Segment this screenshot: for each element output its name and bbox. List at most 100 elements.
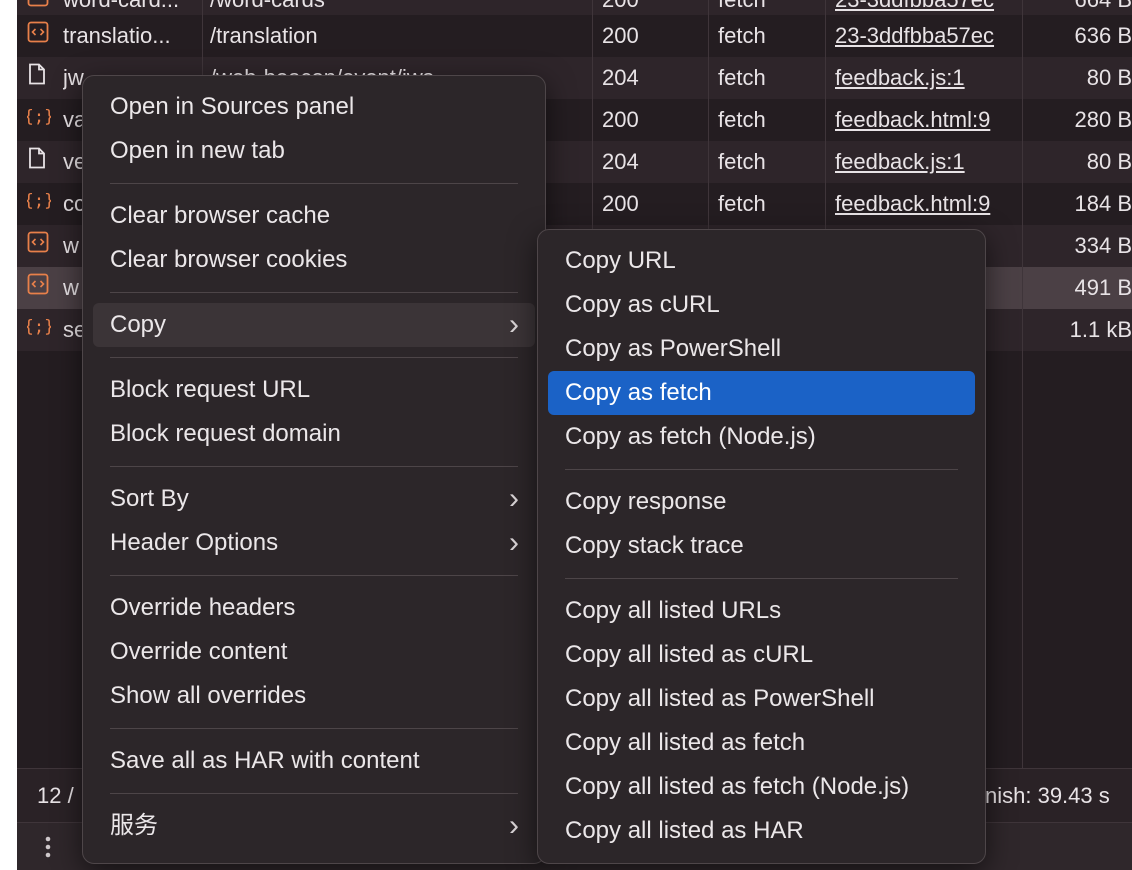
menu-separator: [110, 466, 518, 467]
fetch-icon: [27, 267, 53, 309]
menu-item-label: Copy all listed as HAR: [565, 817, 804, 844]
menu-item-label: Copy as cURL: [565, 291, 720, 318]
menu-item-label: Sort By: [110, 485, 189, 512]
request-type: fetch: [718, 65, 766, 90]
menu-item-copy-stack-trace[interactable]: Copy stack trace: [548, 524, 975, 568]
menu-item-label: Copy all listed as PowerShell: [565, 685, 875, 712]
table-row[interactable]: translatio... /translation 200 fetch 23-3ddf…: [17, 15, 1132, 57]
menu-separator: [110, 183, 518, 184]
menu-item-label: Block request URL: [110, 376, 311, 403]
menu-item-copy-as-powershell[interactable]: Copy as PowerShell: [548, 327, 975, 371]
menu-item-open-in-new-tab[interactable]: Open in new tab: [93, 129, 535, 173]
svg-text:{;}: {;}: [27, 191, 51, 211]
request-status: 204: [602, 65, 639, 90]
request-status: 200: [602, 191, 639, 216]
copy-submenu: Copy URL Copy as cURL Copy as PowerShell Co…: [537, 229, 986, 864]
menu-separator: [110, 357, 518, 358]
svg-text:{;}: {;}: [27, 317, 51, 337]
chevron-right-icon: ›: [509, 526, 519, 559]
request-name: translatio...: [63, 23, 171, 48]
menu-separator: [110, 793, 518, 794]
menu-item-copy-all-listed-as-curl[interactable]: Copy all listed as cURL: [548, 633, 975, 677]
menu-item-copy-as-fetch-node-js[interactable]: Copy as fetch (Node.js): [548, 415, 975, 459]
menu-item-copy-as-fetch[interactable]: Copy as fetch: [548, 371, 975, 415]
menu-item-label: 服务: [110, 812, 158, 839]
menu-item-header-options[interactable]: Header Options ›: [93, 521, 535, 565]
finish-time: nish: 39.43 s: [985, 783, 1110, 808]
more-options-icon[interactable]: [44, 835, 52, 859]
json-icon: {;}: [27, 309, 53, 351]
request-initiator[interactable]: feedback.js:1: [835, 57, 1021, 99]
chevron-right-icon: ›: [509, 308, 519, 341]
request-size: 280 B: [1074, 107, 1132, 132]
menu-item-copy-all-listed-as-har[interactable]: Copy all listed as HAR: [548, 809, 975, 853]
menu-separator: [565, 469, 958, 470]
request-status: 204: [602, 149, 639, 174]
request-path: /translation: [210, 23, 318, 48]
menu-item-sort-by[interactable]: Sort By ›: [93, 477, 535, 521]
request-size: 184 B: [1074, 191, 1132, 216]
menu-item-label: Header Options: [110, 529, 279, 556]
menu-separator: [110, 728, 518, 729]
svg-text:{;}: {;}: [27, 107, 51, 127]
request-size: 334 B: [1074, 233, 1132, 258]
menu-item-label: Clear browser cookies: [110, 246, 348, 273]
request-size: 80 B: [1086, 65, 1132, 90]
menu-item-label: Copy all listed as fetch: [565, 729, 806, 756]
menu-item-label: Copy all listed as fetch (Node.js): [565, 773, 910, 800]
menu-item-services[interactable]: 服务 ›: [93, 804, 535, 848]
menu-item-clear-browser-cache[interactable]: Clear browser cache: [93, 194, 535, 238]
chevron-right-icon: ›: [509, 809, 519, 842]
menu-item-copy-as-curl[interactable]: Copy as cURL: [548, 283, 975, 327]
json-icon: {;}: [27, 183, 53, 225]
request-size: 80 B: [1086, 149, 1132, 174]
menu-separator: [110, 292, 518, 293]
menu-item-copy-all-listed-as-fetch[interactable]: Copy all listed as fetch: [548, 721, 975, 765]
request-status: 200: [602, 107, 639, 132]
document-icon: [27, 57, 53, 99]
menu-item-label: Copy response: [565, 488, 727, 515]
request-type: fetch: [718, 107, 766, 132]
fetch-icon: [27, 15, 53, 57]
menu-item-label: Open in new tab: [110, 137, 285, 164]
request-initiator[interactable]: feedback.js:1: [835, 141, 1021, 183]
menu-item-block-request-url[interactable]: Block request URL: [93, 368, 535, 412]
menu-item-label: Copy URL: [565, 247, 676, 274]
menu-item-open-in-sources-panel[interactable]: Open in Sources panel: [93, 85, 535, 129]
menu-item-show-all-overrides[interactable]: Show all overrides: [93, 674, 535, 718]
request-initiator[interactable]: feedback.html:9: [835, 99, 1021, 141]
request-initiator[interactable]: 23-3ddfbba57ec: [835, 15, 1021, 57]
menu-item-block-request-domain[interactable]: Block request domain: [93, 412, 535, 456]
request-type: fetch: [718, 191, 766, 216]
menu-item-label: Copy as PowerShell: [565, 335, 782, 362]
menu-item-copy-all-listed-as-fetch-node-js[interactable]: Copy all listed as fetch (Node.js): [548, 765, 975, 809]
chevron-right-icon: ›: [509, 482, 519, 515]
menu-item-label: Copy as fetch: [565, 379, 712, 406]
menu-item-save-all-as-har-with-content[interactable]: Save all as HAR with content: [93, 739, 535, 783]
menu-item-clear-browser-cookies[interactable]: Clear browser cookies: [93, 238, 535, 282]
menu-item-copy-response[interactable]: Copy response: [548, 480, 975, 524]
menu-separator: [110, 575, 518, 576]
menu-item-copy-all-listed-as-powershell[interactable]: Copy all listed as PowerShell: [548, 677, 975, 721]
request-size: 636 B: [1074, 23, 1132, 48]
menu-item-copy-url[interactable]: Copy URL: [548, 239, 975, 283]
fetch-icon: [27, 225, 53, 267]
menu-item-label: Save all as HAR with content: [110, 747, 420, 774]
menu-item-copy-all-listed-urls[interactable]: Copy all listed URLs: [548, 589, 975, 633]
menu-item-override-content[interactable]: Override content: [93, 630, 535, 674]
menu-item-label: Clear browser cache: [110, 202, 331, 229]
menu-item-label: Copy: [110, 311, 167, 338]
menu-item-label: Copy as fetch (Node.js): [565, 423, 816, 450]
request-type: fetch: [718, 23, 766, 48]
request-initiator[interactable]: feedback.html:9: [835, 183, 1021, 225]
context-menu: Open in Sources panel Open in new tab Clea…: [82, 75, 546, 864]
menu-item-label: Block request domain: [110, 420, 341, 447]
menu-item-label: Show all overrides: [110, 682, 307, 709]
menu-item-override-headers[interactable]: Override headers: [93, 586, 535, 630]
request-status: 200: [602, 23, 639, 48]
menu-item-copy[interactable]: Copy ›: [93, 303, 535, 347]
menu-item-label: Copy stack trace: [565, 532, 744, 559]
request-type: fetch: [718, 149, 766, 174]
menu-item-label: Override content: [110, 638, 288, 665]
menu-item-label: Copy all listed URLs: [565, 597, 782, 624]
